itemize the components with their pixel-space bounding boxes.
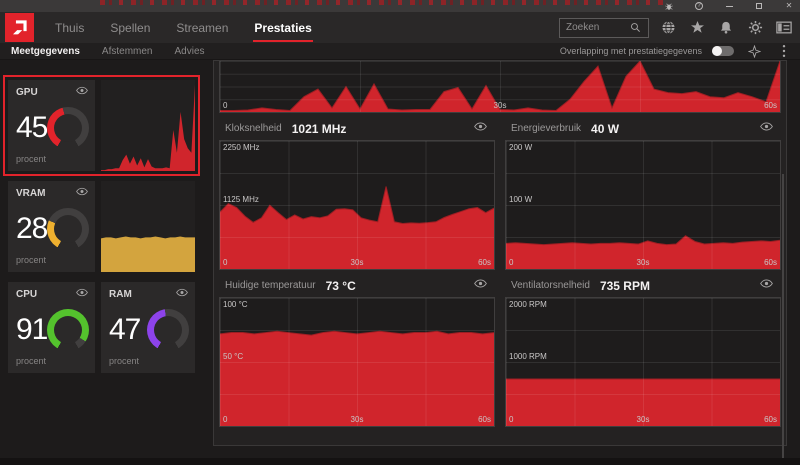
panel-scrollbar[interactable] bbox=[782, 174, 784, 465]
kebab-menu-icon[interactable] bbox=[774, 41, 794, 61]
feed-panel-icon[interactable] bbox=[774, 18, 794, 38]
gauge-ring-vram bbox=[47, 208, 89, 250]
chart-header: Ventilatorsnelheid 735 RPM bbox=[505, 270, 781, 297]
star-icon[interactable] bbox=[687, 18, 707, 38]
maximize-button[interactable] bbox=[752, 1, 766, 11]
gauge-value: 45 bbox=[16, 111, 48, 144]
gear-icon[interactable] bbox=[745, 18, 765, 38]
gauge-unit: procent bbox=[16, 154, 47, 164]
eye-icon[interactable] bbox=[176, 288, 188, 297]
gpu-sparkline[interactable] bbox=[101, 80, 195, 171]
charts-row-2: Huidige temperatuur 73 °C 100 °C 50 °C 0… bbox=[214, 270, 786, 427]
globe-icon[interactable] bbox=[658, 18, 678, 38]
eye-icon[interactable] bbox=[760, 279, 773, 288]
gauge-value: 91 bbox=[16, 313, 48, 346]
window-controls: ? ✕ bbox=[662, 0, 796, 12]
bug-report-icon[interactable] bbox=[662, 1, 676, 11]
close-button[interactable]: ✕ bbox=[782, 1, 796, 11]
subnav-item-afstemmen[interactable]: Afstemmen bbox=[91, 46, 164, 57]
eye-icon[interactable] bbox=[76, 187, 88, 196]
ventilator-plot: 2000 RPM 1000 RPM 0 30s 60s bbox=[505, 297, 781, 427]
eye-icon[interactable] bbox=[474, 122, 487, 131]
gauge-card-cpu[interactable]: CPU 91 procent bbox=[8, 282, 95, 373]
gauge-label: RAM bbox=[109, 289, 132, 300]
subnav: Meetgegevens Afstemmen Advies Overlappin… bbox=[0, 43, 800, 60]
chart-current-value: 73 °C bbox=[325, 278, 356, 293]
charts-panel: 0 30s 60s Kloksnelheid 1021 MHz 2250 MHz… bbox=[213, 60, 787, 465]
amd-logo[interactable] bbox=[5, 13, 34, 42]
gauge-value: 47 bbox=[109, 313, 141, 346]
chart-header: Kloksnelheid 1021 MHz bbox=[219, 113, 495, 140]
gauge-label: CPU bbox=[16, 289, 38, 300]
bell-icon[interactable] bbox=[716, 18, 736, 38]
search-icon bbox=[630, 22, 641, 33]
gauge-row-gpu: GPU 45 procent bbox=[3, 75, 200, 176]
eye-icon[interactable] bbox=[76, 288, 88, 297]
gauge-unit: procent bbox=[109, 356, 140, 366]
chart-current-value: 40 W bbox=[591, 121, 620, 136]
gauge-ring-gpu bbox=[47, 107, 89, 149]
gauge-card-gpu[interactable]: GPU 45 procent bbox=[8, 80, 95, 171]
gauge-ring-ram bbox=[147, 309, 189, 351]
energieverbruik-plot: 200 W 100 W 0 30s 60s bbox=[505, 140, 781, 270]
gauge-unit: procent bbox=[16, 255, 47, 265]
gauge-row-cpu-ram: CPU 91 procent RAM 47 procent bbox=[8, 282, 195, 373]
subnav-item-meetgegevens[interactable]: Meetgegevens bbox=[0, 46, 91, 57]
overlay-toggle[interactable] bbox=[712, 46, 734, 56]
overlay-toggle-label: Overlapping met prestatiegegevens bbox=[559, 46, 702, 56]
kloksnelheid-plot: 2250 MHz 1125 MHz 0 30s 60s bbox=[219, 140, 495, 270]
chart-title: Kloksnelheid bbox=[225, 123, 282, 134]
nav-item-thuis[interactable]: Thuis bbox=[42, 12, 97, 43]
search-box bbox=[559, 17, 649, 38]
vram-sparkline[interactable] bbox=[101, 181, 195, 272]
chart-huidige-temperatuur: Huidige temperatuur 73 °C 100 °C 50 °C 0… bbox=[219, 270, 495, 427]
chart-header: Huidige temperatuur 73 °C bbox=[219, 270, 495, 297]
nav-items: Thuis Spellen Streamen Prestaties bbox=[42, 12, 325, 43]
main-nav: Thuis Spellen Streamen Prestaties bbox=[0, 12, 800, 43]
chart-kloksnelheid: Kloksnelheid 1021 MHz 2250 MHz 1125 MHz … bbox=[219, 113, 495, 270]
chart-title: Huidige temperatuur bbox=[225, 280, 316, 291]
gauge-value: 28 bbox=[16, 212, 48, 245]
eye-icon[interactable] bbox=[760, 122, 773, 131]
eye-icon[interactable] bbox=[474, 279, 487, 288]
eye-icon[interactable] bbox=[76, 86, 88, 95]
chart-energieverbruik: Energieverbruik 40 W 200 W 100 W 0 30s 6… bbox=[505, 113, 781, 270]
chart-title: Energieverbruik bbox=[511, 123, 582, 134]
charts-row-1: Kloksnelheid 1021 MHz 2250 MHz 1125 MHz … bbox=[214, 113, 786, 270]
gauge-row-vram: VRAM 28 procent bbox=[8, 181, 195, 272]
gauge-label: VRAM bbox=[16, 188, 46, 199]
sparkle-icon[interactable] bbox=[744, 41, 764, 61]
gauge-card-vram[interactable]: VRAM 28 procent bbox=[8, 181, 95, 272]
gpu-usage-chart-partial: 0 30s 60s bbox=[219, 61, 781, 113]
content-area: GPU 45 procent VRAM 28 procent CPU 91 pr… bbox=[0, 60, 800, 465]
nav-item-streamen[interactable]: Streamen bbox=[163, 12, 241, 43]
help-icon[interactable]: ? bbox=[692, 1, 706, 11]
chart-ventilatorsnelheid: Ventilatorsnelheid 735 RPM 2000 RPM 1000… bbox=[505, 270, 781, 427]
nav-item-spellen[interactable]: Spellen bbox=[97, 12, 163, 43]
nav-right-tools bbox=[559, 12, 794, 43]
nav-item-prestaties[interactable]: Prestaties bbox=[241, 12, 324, 43]
chart-current-value: 1021 MHz bbox=[291, 121, 347, 136]
temperatuur-plot: 100 °C 50 °C 0 30s 60s bbox=[219, 297, 495, 427]
subnav-right-tools: Overlapping met prestatiegegevens bbox=[560, 43, 794, 59]
subnav-item-advies[interactable]: Advies bbox=[164, 46, 216, 57]
search-input[interactable] bbox=[560, 19, 630, 36]
amd-software-window: ? ✕ Thuis Spellen Streamen Prestaties Zo… bbox=[0, 0, 800, 465]
window-bottom-edge bbox=[0, 458, 800, 465]
gauge-card-ram[interactable]: RAM 47 procent bbox=[101, 282, 195, 373]
gauge-label: GPU bbox=[16, 87, 38, 98]
titlebar: ? ✕ bbox=[0, 0, 800, 12]
gauge-unit: procent bbox=[16, 356, 47, 366]
minimize-button[interactable] bbox=[722, 1, 736, 11]
chart-header: Energieverbruik 40 W bbox=[505, 113, 781, 140]
chart-title: Ventilatorsnelheid bbox=[511, 280, 590, 291]
metrics-sidebar: GPU 45 procent VRAM 28 procent CPU 91 pr… bbox=[0, 60, 213, 465]
chart-current-value: 735 RPM bbox=[599, 278, 650, 293]
gauge-ring-cpu bbox=[47, 309, 89, 351]
titlebar-clipped-red-text bbox=[100, 0, 665, 5]
